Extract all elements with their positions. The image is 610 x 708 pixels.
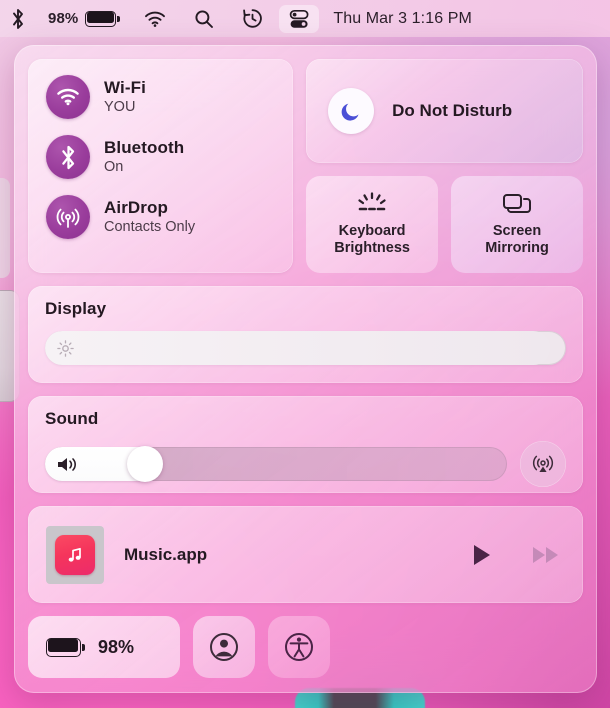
moon-icon bbox=[328, 88, 375, 134]
airplay-audio-icon bbox=[531, 452, 555, 476]
keyboard-brightness-label-line1: Keyboard bbox=[338, 223, 406, 240]
battery-icon bbox=[46, 637, 85, 657]
control-center-bottom-row: 98% bbox=[28, 616, 583, 678]
sound-title: Sound bbox=[45, 409, 99, 428]
sound-volume-knob[interactable] bbox=[126, 446, 163, 482]
battery-percent-label: 98% bbox=[98, 636, 135, 657]
control-center-tile-row: Keyboard Brightness Screen Mirroring bbox=[306, 176, 583, 273]
accessibility-button[interactable] bbox=[268, 616, 330, 678]
connectivity-airdrop-text: AirDrop Contacts Only bbox=[104, 198, 195, 236]
connectivity-item-airdrop[interactable]: AirDrop Contacts Only bbox=[28, 195, 293, 239]
screen-mirroring-label-line2: Mirroring bbox=[485, 240, 549, 256]
connectivity-bluetooth-text: Bluetooth On bbox=[104, 138, 184, 176]
battery-icon bbox=[85, 10, 120, 27]
speaker-icon bbox=[56, 456, 82, 473]
menubar-control-center-button[interactable] bbox=[279, 4, 320, 33]
background-window-secondary bbox=[0, 178, 10, 278]
sound-tile: Sound bbox=[28, 396, 583, 493]
menubar-battery-percent: 98% bbox=[48, 10, 79, 27]
connectivity-airdrop-status: Contacts Only bbox=[104, 218, 196, 235]
menubar-battery-status[interactable]: 98% bbox=[37, 0, 130, 37]
music-app-icon[interactable] bbox=[46, 525, 104, 584]
connectivity-wifi-text: Wi-Fi YOU bbox=[104, 78, 146, 116]
display-title: Display bbox=[45, 299, 107, 318]
music-note-icon bbox=[55, 534, 95, 575]
airdrop-icon bbox=[46, 195, 90, 239]
menu-bar: 98% Thu Mar 3 1:16 PM bbox=[0, 0, 610, 37]
connectivity-item-bluetooth[interactable]: Bluetooth On bbox=[28, 135, 293, 179]
keyboard-brightness-label: Keyboard Brightness bbox=[334, 223, 410, 256]
music-tile: Music.app bbox=[28, 506, 583, 603]
sound-controls-row bbox=[45, 441, 566, 487]
battery-tile[interactable]: 98% bbox=[28, 616, 180, 678]
connectivity-bluetooth-status: On bbox=[104, 158, 124, 175]
display-brightness-slider[interactable] bbox=[45, 331, 566, 365]
menubar-bluetooth-icon[interactable] bbox=[0, 0, 37, 37]
menubar-wifi-icon[interactable] bbox=[130, 0, 180, 37]
keyboard-brightness-tile[interactable]: Keyboard Brightness bbox=[306, 176, 439, 273]
screen-mirroring-label: Screen Mirroring bbox=[485, 223, 549, 256]
connectivity-wifi-status: YOU bbox=[104, 98, 136, 115]
brightness-sun-icon bbox=[57, 340, 74, 357]
connectivity-tile: Wi-Fi YOU Bluetooth On AirDrop Contacts … bbox=[28, 59, 294, 273]
do-not-disturb-label: Do Not Disturb bbox=[392, 101, 513, 120]
control-center-top-row: Wi-Fi YOU Bluetooth On AirDrop Contacts … bbox=[28, 59, 583, 273]
menubar-time-machine-icon[interactable] bbox=[228, 0, 277, 37]
airplay-audio-button[interactable] bbox=[520, 441, 566, 487]
wifi-icon bbox=[46, 75, 90, 119]
music-app-name: Music.app bbox=[124, 544, 208, 564]
keyboard-brightness-label-line2: Brightness bbox=[334, 240, 410, 256]
music-play-button[interactable] bbox=[471, 543, 493, 567]
menubar-clock[interactable]: Thu Mar 3 1:16 PM bbox=[321, 0, 488, 37]
bluetooth-icon bbox=[46, 135, 90, 179]
music-fast-forward-button[interactable] bbox=[531, 544, 561, 566]
screen-mirroring-icon bbox=[502, 192, 532, 216]
keyboard-brightness-icon bbox=[354, 192, 390, 216]
connectivity-wifi-title: Wi-Fi bbox=[104, 77, 146, 97]
control-center-panel: Wi-Fi YOU Bluetooth On AirDrop Contacts … bbox=[14, 45, 597, 693]
connectivity-bluetooth-title: Bluetooth bbox=[104, 137, 185, 157]
menubar-search-icon[interactable] bbox=[180, 0, 228, 37]
connectivity-item-wifi[interactable]: Wi-Fi YOU bbox=[28, 75, 293, 119]
display-brightness-fill bbox=[45, 331, 551, 365]
user-account-icon bbox=[208, 631, 240, 663]
screen-mirroring-label-line1: Screen bbox=[492, 223, 542, 240]
accessibility-icon bbox=[283, 631, 315, 663]
screen-mirroring-tile[interactable]: Screen Mirroring bbox=[451, 176, 583, 273]
user-account-button[interactable] bbox=[193, 616, 255, 678]
do-not-disturb-tile[interactable]: Do Not Disturb bbox=[306, 59, 583, 163]
display-tile: Display bbox=[28, 286, 583, 383]
connectivity-airdrop-title: AirDrop bbox=[104, 197, 168, 217]
control-center-right-column: Do Not Disturb Keyboard Brightness Scree… bbox=[306, 59, 583, 273]
sound-volume-slider[interactable] bbox=[45, 446, 507, 482]
menubar-clock-label: Thu Mar 3 1:16 PM bbox=[333, 9, 472, 27]
